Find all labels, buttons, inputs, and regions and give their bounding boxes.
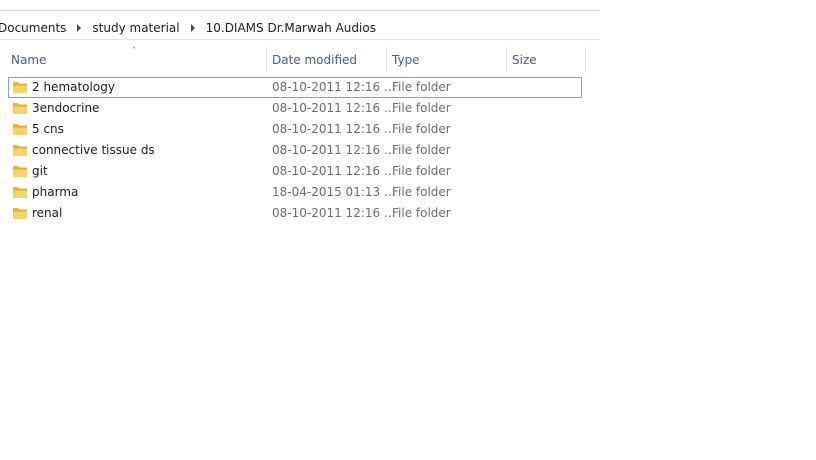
column-header-size[interactable]: Size [507,47,585,73]
file-date-modified: 08-10-2011 12:16 ... [272,122,396,136]
folder-icon [13,187,27,198]
file-row[interactable]: renal 08-10-2011 12:16 ... File folder [8,203,582,224]
breadcrumb-item-study-material[interactable]: study material [90,21,181,35]
breadcrumb-item-current-folder[interactable]: 10.DIAMS Dr.Marwah Audios [204,21,378,35]
file-row[interactable]: git 08-10-2011 12:16 ... File folder [8,161,582,182]
column-header-type[interactable]: Type [387,47,505,73]
column-header-date-modified[interactable]: Date modified [267,47,385,73]
folder-icon [13,208,27,219]
chevron-right-icon[interactable] [77,24,82,32]
folder-icon [13,82,27,93]
file-date-modified: 08-10-2011 12:16 ... [272,101,396,115]
file-list: 2 hematology 08-10-2011 12:16 ... File f… [8,77,582,224]
file-name: 2 hematology [32,80,115,94]
folder-icon [13,145,27,156]
folder-icon [13,103,27,114]
file-type: File folder [392,185,451,199]
column-header-row: ˄ Name Date modified Type Size [0,47,586,73]
column-divider[interactable] [585,47,586,73]
file-type: File folder [392,101,451,115]
chevron-right-icon[interactable] [190,24,195,32]
file-row[interactable]: 3endocrine 08-10-2011 12:16 ... File fol… [8,98,582,119]
file-type: File folder [392,143,451,157]
file-type: File folder [392,80,451,94]
file-type: File folder [392,122,451,136]
file-date-modified: 08-10-2011 12:16 ... [272,164,396,178]
file-date-modified: 08-10-2011 12:16 ... [272,206,396,220]
file-date-modified: 18-04-2015 01:13 ... [272,185,396,199]
file-row[interactable]: 5 cns 08-10-2011 12:16 ... File folder [8,119,582,140]
file-date-modified: 08-10-2011 12:16 ... [272,80,396,94]
file-name: renal [32,206,63,220]
file-type: File folder [392,206,451,220]
file-name: pharma [32,185,79,199]
folder-icon [13,124,27,135]
file-row[interactable]: connective tissue ds 08-10-2011 12:16 ..… [8,140,582,161]
file-type: File folder [392,164,451,178]
breadcrumb: Documents study material 10.DIAMS Dr.Mar… [0,17,600,40]
file-name: connective tissue ds [32,143,155,157]
column-header-name[interactable]: Name [6,47,265,73]
folder-icon [13,166,27,177]
top-divider [0,10,600,11]
file-name: 3endocrine [32,101,100,115]
file-name: git [32,164,48,178]
file-row[interactable]: 2 hematology 08-10-2011 12:16 ... File f… [8,77,582,98]
file-row[interactable]: pharma 18-04-2015 01:13 ... File folder [8,182,582,203]
file-name: 5 cns [32,122,64,136]
breadcrumb-item-documents[interactable]: Documents [0,21,68,35]
file-date-modified: 08-10-2011 12:16 ... [272,143,396,157]
